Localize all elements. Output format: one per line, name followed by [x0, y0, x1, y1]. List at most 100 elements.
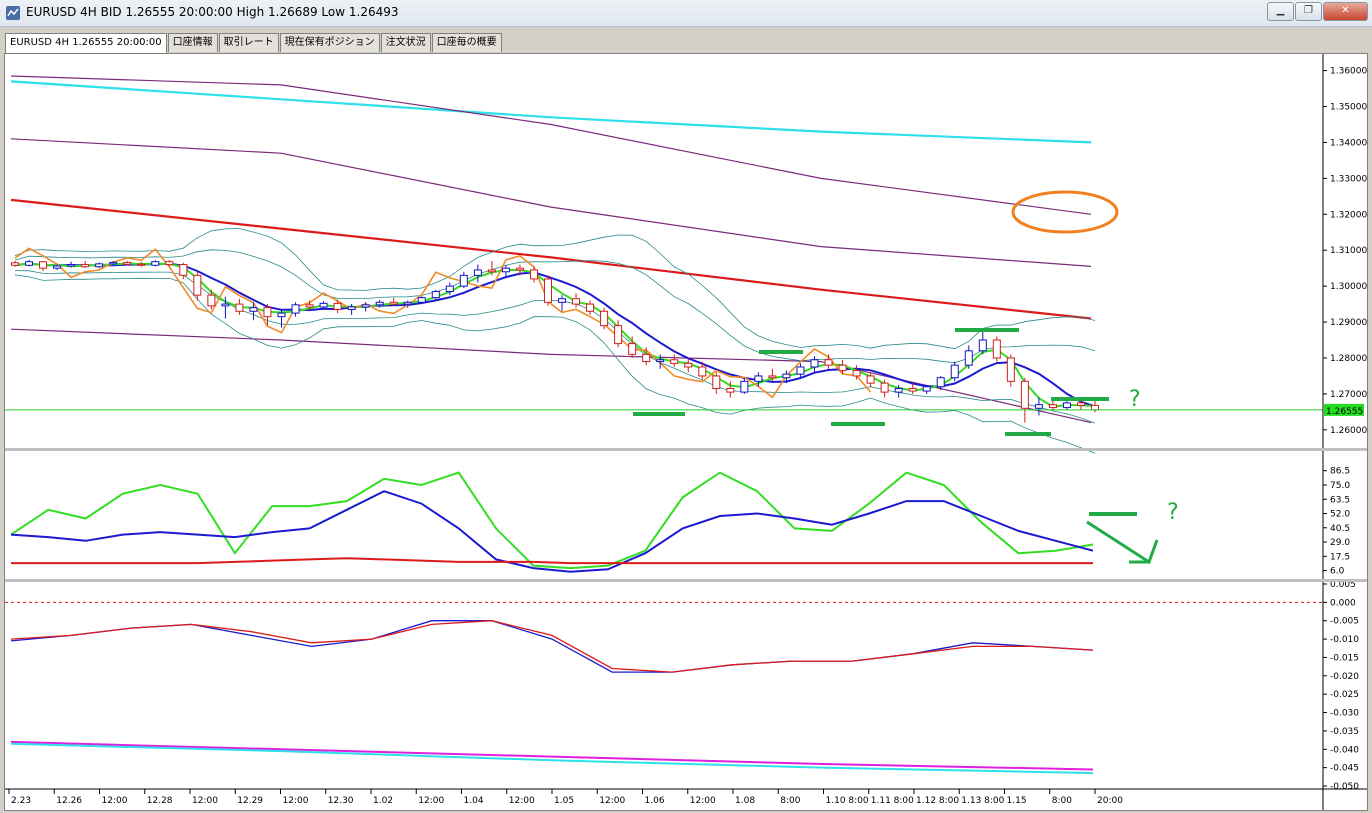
candle-body — [1076, 402, 1085, 406]
candle-body — [11, 262, 19, 266]
y-tick-label: 1.36000 — [1330, 67, 1367, 77]
tab-strip: EURUSD 4H 1.26555 20:00:00 口座情報 取引レート 現在… — [5, 33, 503, 54]
x-tick-label: 1.05 — [554, 796, 574, 806]
candle — [25, 259, 34, 267]
support-marker — [955, 328, 1019, 332]
candle — [1006, 354, 1015, 387]
x-tick-label: 12:00 — [283, 796, 309, 806]
candle-body — [459, 274, 468, 287]
tab-account-info[interactable]: 口座情報 — [167, 33, 218, 52]
candle-body — [964, 350, 973, 366]
x-tick-label: 12:00 — [509, 796, 535, 806]
candle-body — [1091, 404, 1099, 411]
support-marker — [1051, 397, 1109, 401]
candle-body — [291, 304, 300, 314]
y-tick-label: -0.015 — [1330, 653, 1359, 663]
candle-body — [992, 339, 1001, 359]
y-tick-label: -0.025 — [1330, 690, 1359, 700]
candle-body — [319, 302, 328, 308]
stoch-line-2 — [11, 557, 1093, 565]
candle-body — [347, 306, 356, 310]
macd-line-0 — [10, 620, 1094, 673]
blue-ma-line — [14, 262, 1096, 408]
candle-body — [375, 301, 384, 306]
y-tick-label: 1.31000 — [1330, 246, 1367, 256]
chart-canvas[interactable]: 1.36000 1.35000 1.34000 1.33000 1.32000 1.310… — [5, 54, 1367, 810]
tab-open-positions[interactable]: 現在保有ポジション — [279, 33, 380, 52]
candle-body — [796, 366, 805, 375]
chart-window[interactable]: 1.36000 1.35000 1.34000 1.33000 1.32000 1.310… — [4, 53, 1368, 811]
candle — [151, 260, 160, 267]
candle — [740, 377, 749, 394]
candle-body — [361, 304, 370, 308]
candle-body — [922, 386, 931, 392]
x-tick-label: 1.02 — [373, 796, 393, 806]
candle — [39, 260, 48, 272]
x-tick-label: 1.06 — [645, 796, 665, 806]
candle — [501, 265, 510, 278]
candle-body — [740, 380, 749, 393]
y-tick-label: 29.0 — [1330, 538, 1350, 548]
candle-body — [179, 264, 188, 276]
candle — [712, 372, 721, 394]
candle-body — [515, 267, 524, 271]
candle-body — [810, 359, 819, 368]
close-button[interactable]: ✕ — [1323, 2, 1368, 21]
candle-body — [67, 264, 76, 267]
current-price-label: 1.26555 — [1326, 407, 1363, 417]
support-marker — [759, 350, 803, 354]
candle-body — [123, 261, 132, 265]
tab-account-summary[interactable]: 口座毎の概要 — [431, 33, 502, 52]
candle — [291, 302, 300, 317]
macd-panel: 0.0050.000-0.005-0.010-0.015-0.020-0.025… — [5, 580, 1359, 792]
restore-button[interactable]: ❐ — [1295, 2, 1322, 21]
candle — [670, 354, 679, 367]
candle-body — [670, 359, 679, 364]
y-tick-label: 6.0 — [1330, 567, 1345, 577]
candle — [137, 261, 146, 267]
candle-body — [852, 370, 861, 377]
candle-body — [543, 278, 552, 303]
y-tick-label: 1.26000 — [1330, 426, 1367, 436]
candle — [922, 384, 931, 394]
candle-body — [151, 261, 160, 266]
x-tick-label: 8:00 — [780, 796, 800, 806]
x-tick-label: 12:00 — [102, 796, 128, 806]
candle-body — [572, 298, 581, 305]
x-tick-label: 12.26 — [56, 796, 82, 806]
candle-body — [445, 285, 454, 293]
y-tick-label: 52.0 — [1330, 510, 1350, 520]
candle-body — [1062, 402, 1071, 409]
candle-body — [137, 263, 146, 266]
candle — [543, 275, 552, 306]
y-tick-label: -0.040 — [1330, 745, 1359, 755]
candle-body — [305, 304, 314, 308]
x-tick-label: 12.29 — [237, 796, 263, 806]
candle — [95, 262, 104, 269]
x-tick-label: 1.13 8:00 — [961, 796, 1004, 806]
candle — [586, 300, 595, 315]
candle — [235, 298, 244, 315]
candle-body — [726, 388, 735, 393]
candle-body — [782, 373, 791, 379]
x-tick-label: 1.11 8:00 — [871, 796, 914, 806]
x-tick-label: 2.23 — [11, 796, 31, 806]
candle — [459, 271, 468, 288]
minimize-button[interactable]: ▁ — [1267, 2, 1294, 21]
highlight-circle — [1011, 190, 1119, 234]
ma-line-1 — [10, 75, 1092, 215]
x-tick-label: 12.30 — [328, 796, 354, 806]
candle-body — [487, 269, 496, 273]
y-tick-label: 86.5 — [1330, 467, 1350, 477]
y-tick-label: 1.32000 — [1330, 210, 1367, 220]
y-tick-label: 1.33000 — [1330, 174, 1367, 184]
y-tick-label: -0.020 — [1330, 672, 1359, 682]
macd-line-2 — [10, 740, 1094, 771]
tab-chart[interactable]: EURUSD 4H 1.26555 20:00:00 — [5, 33, 167, 54]
y-tick-label: -0.005 — [1330, 617, 1359, 627]
x-tick-label: 1.10 8:00 — [826, 796, 869, 806]
candle — [964, 345, 973, 369]
candle-body — [586, 303, 595, 312]
tab-orders[interactable]: 注文状況 — [380, 33, 431, 52]
tab-trade-rates[interactable]: 取引レート — [218, 33, 279, 52]
